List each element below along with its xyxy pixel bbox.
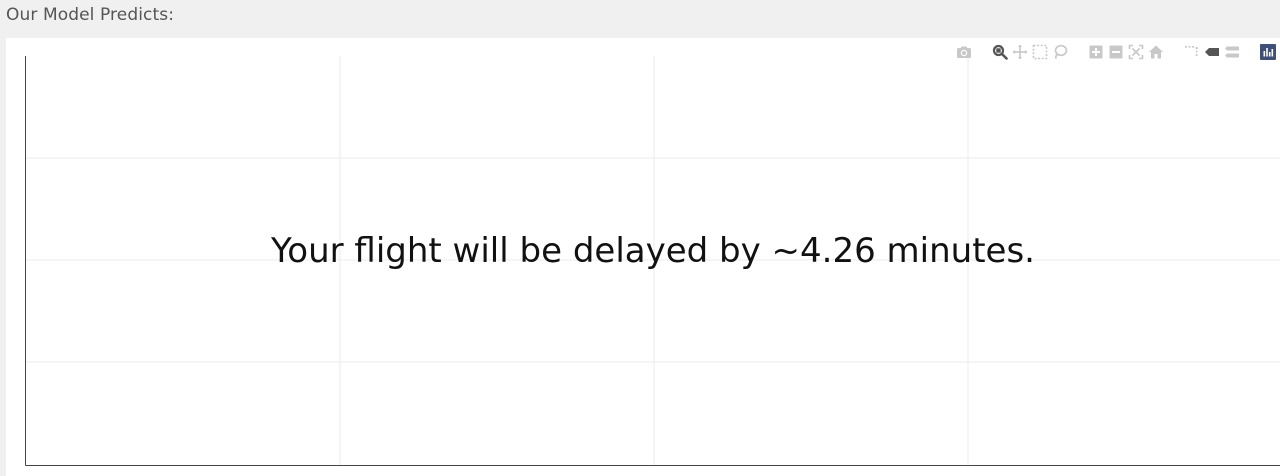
- reset-axes-icon[interactable]: [1148, 44, 1164, 60]
- zoom-in-icon[interactable]: [1088, 44, 1104, 60]
- modebar-group-zoom: [1086, 44, 1166, 60]
- zoom-out-icon[interactable]: [1108, 44, 1124, 60]
- camera-icon[interactable]: [956, 44, 972, 60]
- plot-container: Your flight will be delayed by ~4.26 min…: [6, 38, 1280, 476]
- modebar-group-select: [990, 44, 1070, 60]
- plotly-logo-icon[interactable]: [1260, 44, 1276, 60]
- section-label: Our Model Predicts:: [6, 5, 175, 25]
- modebar-group-export: [954, 44, 974, 60]
- modebar-group-logo: [1258, 44, 1278, 60]
- prediction-message: Your flight will be delayed by ~4.26 min…: [271, 231, 1035, 271]
- hover-compare-icon[interactable]: [1224, 44, 1240, 60]
- modebar-group-hover: [1182, 44, 1242, 60]
- lasso-select-icon[interactable]: [1052, 44, 1068, 60]
- modebar: [954, 41, 1278, 63]
- pan-icon[interactable]: [1012, 44, 1028, 60]
- box-select-icon[interactable]: [1032, 44, 1048, 60]
- spike-lines-icon[interactable]: [1184, 44, 1200, 60]
- hover-closest-icon[interactable]: [1204, 44, 1220, 60]
- autoscale-icon[interactable]: [1128, 44, 1144, 60]
- zoom-icon[interactable]: [992, 44, 1008, 60]
